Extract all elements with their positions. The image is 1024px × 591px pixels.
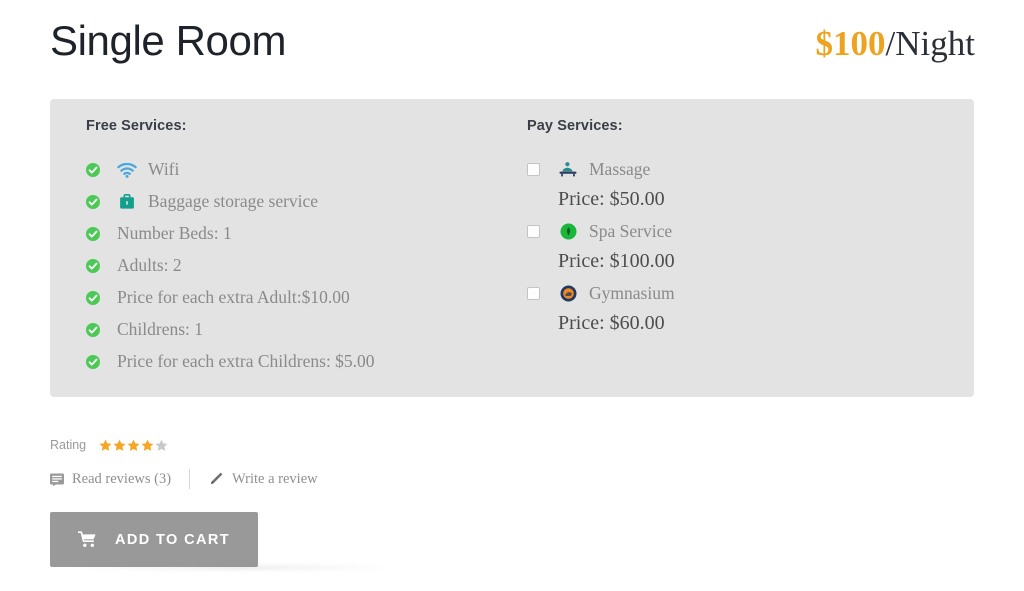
read-reviews-label: Read reviews (3) — [72, 470, 172, 487]
price-display: $100/Night — [815, 24, 975, 64]
rating-label: Rating — [50, 438, 87, 452]
pay-service-price: Price: $100.00 — [558, 250, 675, 272]
free-service-item: Baggage storage service — [86, 186, 516, 218]
add-to-cart-button[interactable]: ADD TO CART — [50, 512, 258, 567]
pay-service-checkbox[interactable] — [527, 224, 540, 238]
pay-services-list: Massage Price: $50.00 Spa Service Price: $1… — [527, 154, 947, 338]
free-service-item: Price for each extra Adult:$10.00 — [86, 282, 516, 314]
star-rating[interactable] — [99, 439, 168, 452]
massage-icon — [558, 159, 578, 179]
pay-service-label: Gymnasium — [589, 282, 675, 303]
comment-list-icon — [50, 473, 64, 486]
free-service-label: Price for each extra Adult:$10.00 — [117, 287, 350, 308]
product-page: Single Room $100/Night Free Services: Wi… — [0, 0, 1024, 591]
free-service-label: Price for each extra Childrens: $5.00 — [117, 351, 375, 372]
free-service-item: Childrens: 1 — [86, 314, 516, 346]
free-services-heading: Free Services: — [86, 118, 187, 134]
reviews-row: Read reviews (3) Write a review — [50, 468, 318, 490]
free-service-item: Adults: 2 — [86, 250, 516, 282]
pay-service-row: Spa Service — [527, 216, 947, 246]
page-title: Single Room — [50, 17, 287, 64]
pay-service-price: Price: $60.00 — [558, 312, 665, 334]
star-filled-icon[interactable] — [113, 439, 126, 452]
free-services-column: Free Services: Wifi Baggage storage servi… — [86, 118, 516, 378]
check-circle-icon — [86, 291, 100, 305]
pay-services-heading: Pay Services: — [527, 118, 623, 134]
pay-service-price: Price: $50.00 — [558, 188, 665, 210]
free-service-label: Baggage storage service — [148, 191, 319, 212]
spa-icon — [558, 221, 578, 241]
wifi-icon — [117, 160, 137, 180]
briefcase-icon — [117, 192, 137, 212]
check-circle-icon — [86, 195, 100, 209]
star-empty-icon[interactable] — [155, 439, 168, 452]
free-service-item: Number Beds: 1 — [86, 218, 516, 250]
pay-service-label: Spa Service — [589, 220, 673, 241]
pay-service-row: Gymnasium — [527, 278, 947, 308]
free-service-item: Wifi — [86, 154, 516, 186]
free-service-label: Number Beds: 1 — [117, 223, 232, 244]
star-filled-icon[interactable] — [127, 439, 140, 452]
pay-service-checkbox[interactable] — [527, 286, 540, 300]
rating-row: Rating — [50, 435, 168, 455]
check-circle-icon — [86, 163, 100, 177]
pay-service-item: Gymnasium Price: $60.00 — [527, 278, 947, 338]
price-unit: /Night — [885, 24, 975, 63]
button-shadow — [76, 566, 396, 569]
gym-icon — [558, 283, 578, 303]
check-circle-icon — [86, 227, 100, 241]
check-circle-icon — [86, 323, 100, 337]
pay-service-checkbox[interactable] — [527, 162, 540, 176]
free-services-list: Wifi Baggage storage service Number Beds: … — [86, 154, 516, 378]
star-filled-icon[interactable] — [99, 439, 112, 452]
check-circle-icon — [86, 259, 100, 273]
pay-service-row: Massage — [527, 154, 947, 184]
free-service-label: Childrens: 1 — [117, 319, 204, 340]
page-header: Single Room $100/Night — [50, 17, 975, 80]
reviews-divider — [189, 469, 191, 489]
price-amount: $100 — [815, 24, 886, 63]
pay-service-item: Massage Price: $50.00 — [527, 154, 947, 214]
write-review-link[interactable]: Write a review — [208, 471, 318, 488]
check-circle-icon — [86, 355, 100, 369]
write-review-label: Write a review — [232, 470, 318, 487]
star-filled-icon[interactable] — [141, 439, 154, 452]
pencil-icon — [208, 471, 224, 487]
pay-service-item: Spa Service Price: $100.00 — [527, 216, 947, 276]
services-panel: Free Services: Wifi Baggage storage servi… — [50, 99, 974, 397]
free-service-label: Adults: 2 — [117, 255, 182, 276]
pay-service-label: Massage — [589, 158, 651, 179]
pay-services-column: Pay Services: Massage Price: $50.00 Spa Se… — [527, 118, 947, 340]
read-reviews-link[interactable]: Read reviews (3) — [50, 471, 171, 488]
add-to-cart-label: ADD TO CART — [114, 531, 231, 548]
shopping-cart-icon — [77, 531, 97, 548]
free-service-label: Wifi — [148, 159, 180, 180]
free-service-item: Price for each extra Childrens: $5.00 — [86, 346, 516, 378]
